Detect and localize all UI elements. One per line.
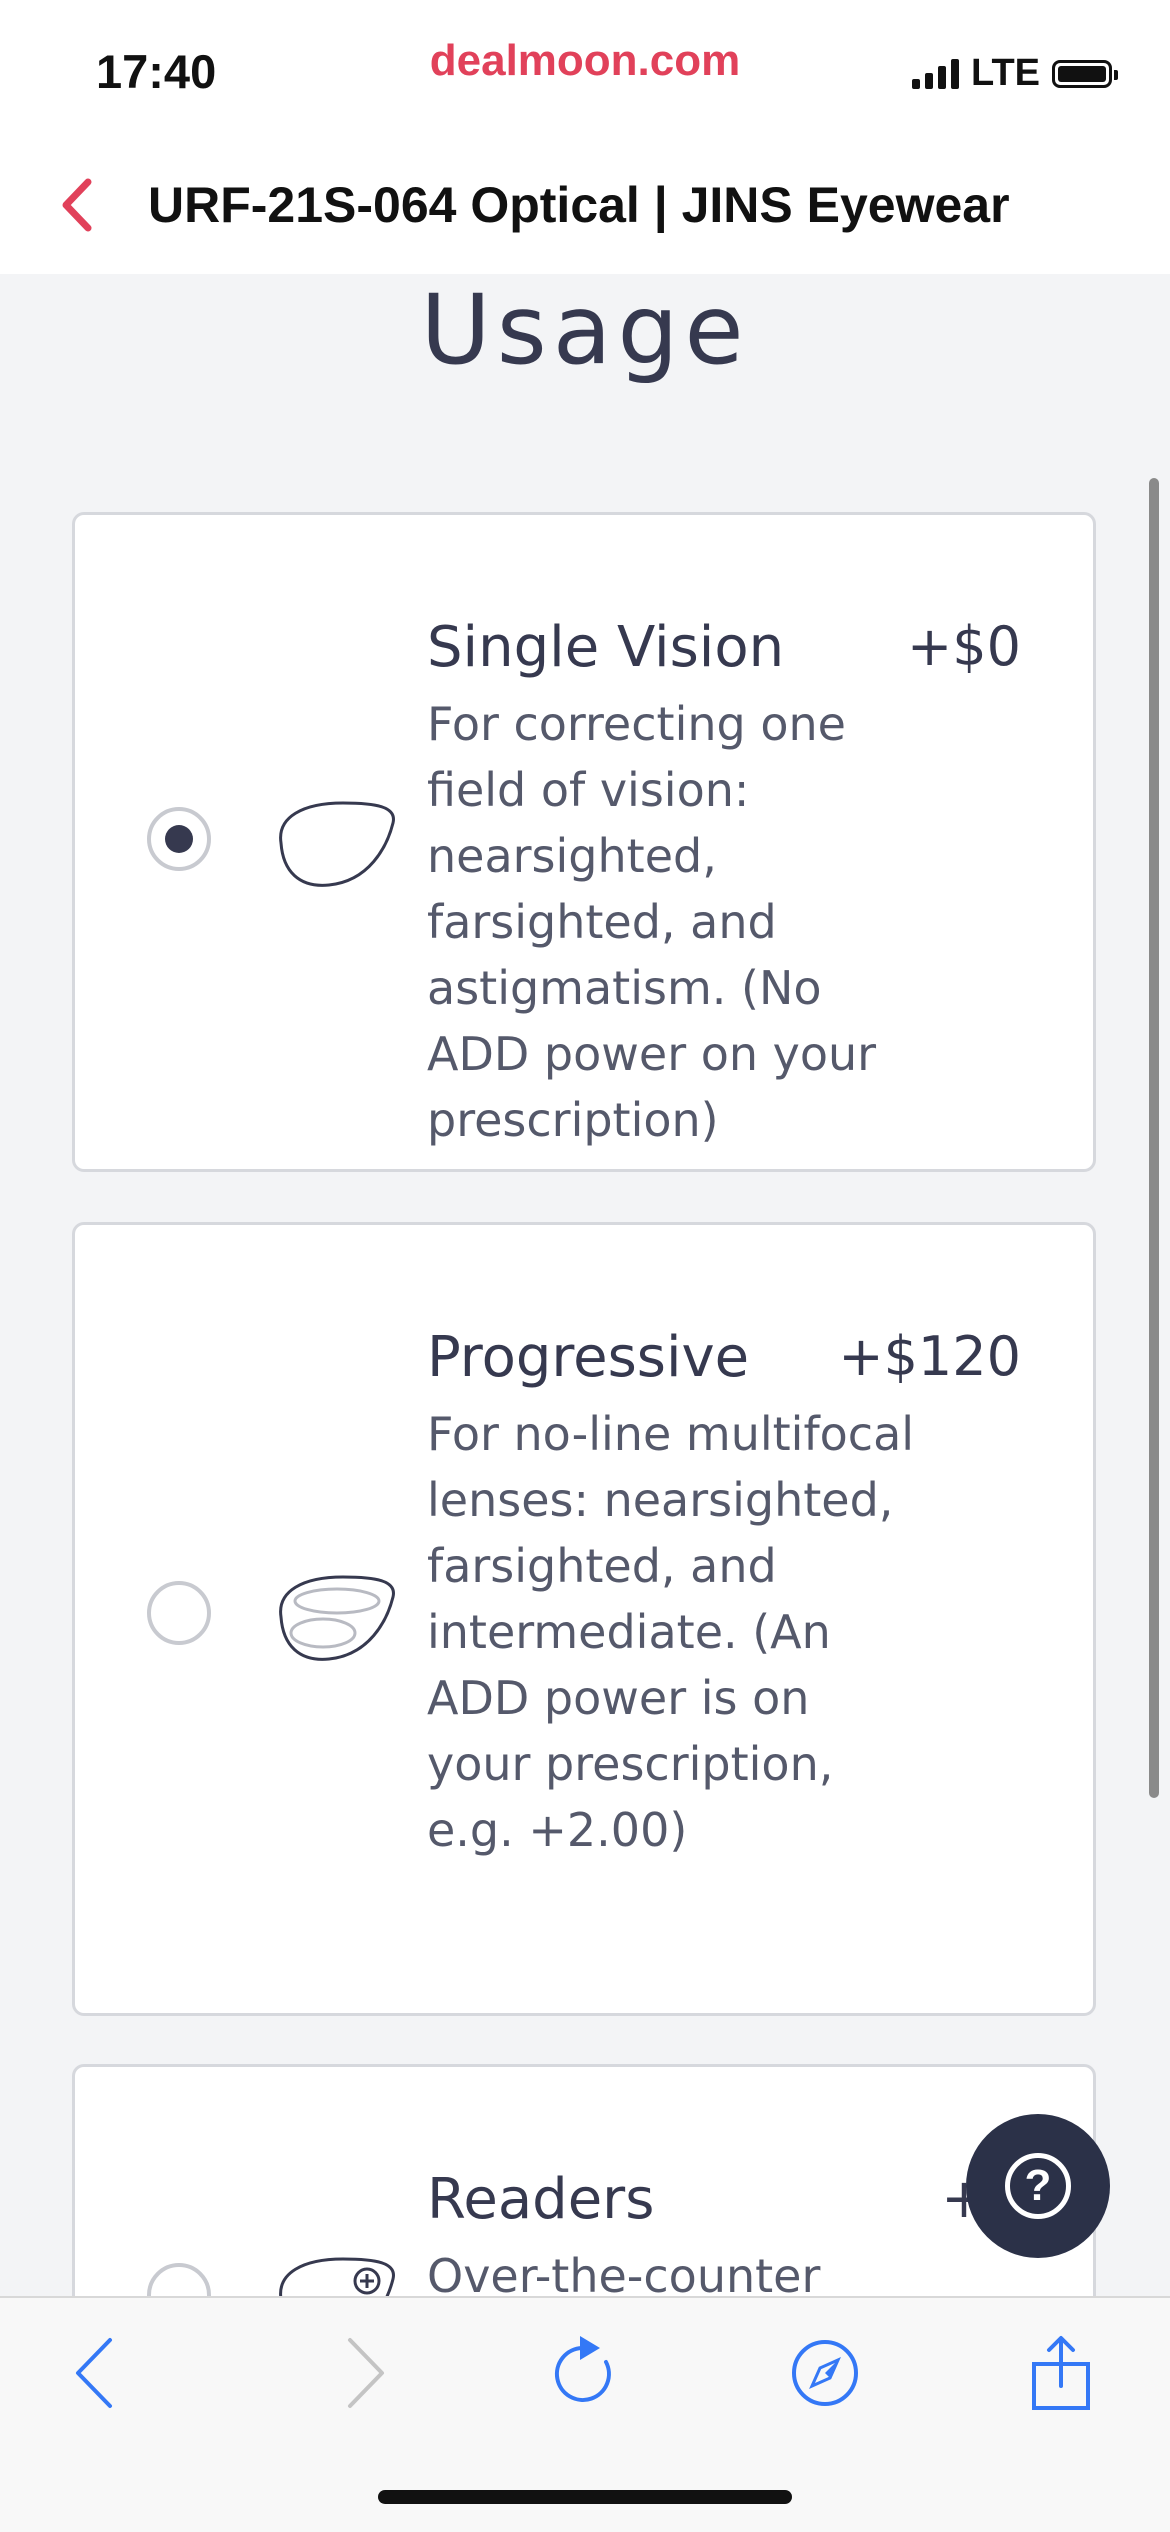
option-card-progressive[interactable]: Progressive +$120 For no-line multifocal…	[72, 1222, 1096, 2016]
option-price: +$0	[907, 615, 1021, 678]
single-vision-lens-icon	[279, 801, 395, 887]
page-title: URF-21S-064 Optical | JINS Eyewear	[148, 177, 1010, 233]
status-bar: 17:40 dealmoon.com LTE	[0, 0, 1170, 140]
help-button[interactable]: ?	[966, 2114, 1110, 2258]
main-content[interactable]: Usage Single Vision +$0 For correcting o…	[0, 274, 1170, 2296]
progressive-lens-icon	[279, 1575, 395, 1661]
option-description: For no-line multifocal lenses: nearsight…	[427, 1407, 915, 1857]
option-card-readers[interactable]: Readers +$ Over-the-counter	[72, 2064, 1096, 2296]
compass-icon[interactable]	[780, 2328, 870, 2418]
section-heading: Usage	[420, 274, 750, 386]
option-description: Over-the-counter	[427, 2249, 821, 2296]
back-icon[interactable]	[52, 2328, 142, 2418]
readers-lens-icon	[279, 2257, 395, 2296]
option-price: +$120	[838, 1325, 1021, 1388]
network-label: LTE	[971, 52, 1040, 94]
status-indicators: LTE	[912, 52, 1118, 95]
option-name: Single Vision	[427, 615, 785, 680]
scrollbar[interactable]	[1149, 478, 1159, 1798]
radio-readers[interactable]	[147, 2263, 211, 2296]
option-description: For correcting one field of vision: near…	[427, 697, 877, 1147]
home-indicator	[378, 2490, 792, 2504]
forward-icon[interactable]	[318, 2328, 408, 2418]
option-name: Readers	[427, 2167, 655, 2232]
radio-progressive[interactable]	[147, 1581, 211, 1645]
question-mark-icon: ?	[1005, 2153, 1071, 2219]
option-card-single-vision[interactable]: Single Vision +$0 For correcting one fie…	[72, 512, 1096, 1172]
chevron-left-icon[interactable]	[48, 170, 108, 240]
reload-icon[interactable]	[540, 2328, 630, 2418]
radio-single-vision[interactable]	[147, 807, 211, 871]
option-name: Progressive	[427, 1325, 750, 1390]
battery-icon	[1052, 59, 1118, 88]
share-icon[interactable]	[1016, 2328, 1106, 2418]
signal-icon	[912, 58, 960, 89]
